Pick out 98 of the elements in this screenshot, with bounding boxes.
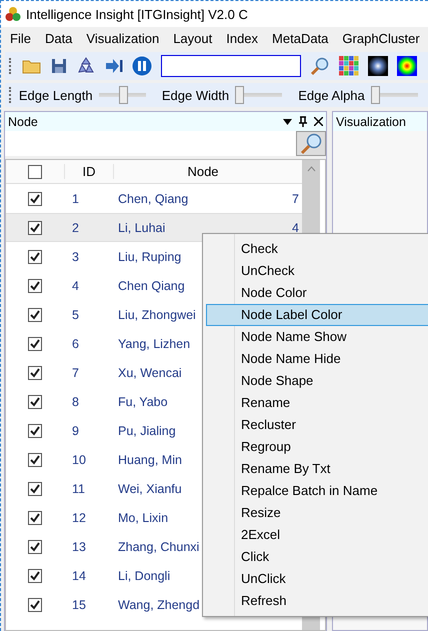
- checkbox[interactable]: [28, 452, 42, 466]
- checkbox[interactable]: [28, 424, 42, 438]
- table-row[interactable]: 2 Li, Luhai 4: [6, 213, 302, 242]
- table-cell: Xu, Wencai: [118, 366, 182, 380]
- table-cell: 8: [72, 394, 79, 408]
- table-cell: Pu, Jialing: [118, 424, 176, 438]
- pause-icon[interactable]: [132, 56, 152, 76]
- search-field[interactable]: [161, 55, 301, 77]
- table-cell: 11: [72, 482, 85, 496]
- checkbox[interactable]: [28, 568, 42, 582]
- checkbox[interactable]: [28, 250, 42, 264]
- menu-item[interactable]: Layout: [173, 30, 212, 46]
- checkbox[interactable]: [28, 510, 42, 524]
- search-icon[interactable]: [310, 56, 330, 76]
- table-cell: 1: [72, 192, 79, 206]
- menu-item[interactable]: Node Name Show: [206, 326, 428, 348]
- table-cell: Wang, Zhengd: [118, 598, 200, 612]
- slider[interactable]: [235, 86, 282, 104]
- menu-item[interactable]: Repalce Batch in Name: [206, 480, 428, 502]
- close-icon[interactable]: [314, 117, 323, 126]
- table-cell: 7: [292, 192, 299, 206]
- checkbox[interactable]: [28, 336, 42, 350]
- table-row[interactable]: 1 Chen, Qiang 7: [6, 184, 302, 213]
- menu-item[interactable]: Node Label Color: [206, 304, 428, 326]
- table-cell: Liu, Ruping: [118, 250, 182, 264]
- column-header[interactable]: Node: [114, 164, 292, 179]
- arrow-to-bar-icon[interactable]: [105, 58, 123, 74]
- menu-item[interactable]: Node Name Hide: [206, 348, 428, 370]
- save-icon[interactable]: [51, 58, 67, 74]
- checkbox[interactable]: [28, 164, 42, 178]
- slider-label: Edge Alpha: [298, 88, 365, 102]
- menu-item[interactable]: Rename By Txt: [206, 458, 428, 480]
- checkbox[interactable]: [28, 220, 42, 234]
- checkbox[interactable]: [28, 482, 42, 496]
- menu-item[interactable]: GraphCluster: [342, 30, 420, 46]
- slider-label: Edge Length: [18, 88, 93, 102]
- table-cell: Yang, Lizhen: [118, 336, 190, 350]
- table-cell: 14: [72, 568, 86, 582]
- table-cell: Zhang, Chunxi: [118, 540, 200, 554]
- table-cell: Liu, Zhongwei: [118, 308, 196, 322]
- menu-item[interactable]: Visualization: [86, 30, 160, 46]
- column-header[interactable]: ID: [64, 164, 114, 179]
- menu-item[interactable]: Click: [206, 546, 428, 568]
- checkbox[interactable]: [28, 394, 42, 408]
- table-cell: Li, Luhai: [118, 220, 166, 234]
- checkbox[interactable]: [28, 192, 42, 206]
- table-cell: 10: [72, 452, 86, 466]
- menu-item[interactable]: Node Color: [206, 282, 428, 304]
- menu-item[interactable]: Index: [226, 30, 258, 46]
- glow-icon[interactable]: [368, 56, 388, 76]
- table-cell: Chen, Qiang: [118, 192, 188, 206]
- table-cell: 12: [72, 510, 86, 524]
- table-cell: 4: [72, 278, 79, 292]
- menu-item[interactable]: File: [10, 30, 31, 46]
- heatmap-icon[interactable]: [397, 56, 417, 76]
- table-cell: Huang, Min: [118, 452, 182, 466]
- pin-icon[interactable]: [299, 116, 307, 127]
- table-cell: 2: [72, 220, 79, 234]
- table-cell: Li, Dongli: [118, 568, 170, 582]
- menu-item[interactable]: UnCheck: [206, 260, 428, 282]
- menu-item[interactable]: UnClick: [206, 568, 428, 590]
- app-logo-icon: [5, 6, 21, 22]
- panel-title: Visualization: [336, 114, 406, 128]
- checkbox[interactable]: [28, 308, 42, 322]
- table-cell: Wei, Xianfu: [118, 482, 182, 496]
- table-cell: 5: [72, 308, 79, 322]
- slider-thumb[interactable]: [235, 86, 244, 104]
- menu-item[interactable]: Data: [44, 30, 72, 46]
- table-cell: 3: [72, 250, 79, 264]
- table-cell: 6: [72, 336, 79, 350]
- table-cell: 4: [292, 220, 299, 234]
- checkbox[interactable]: [28, 366, 42, 380]
- checkbox[interactable]: [28, 278, 42, 292]
- table-cell: 9: [72, 424, 79, 438]
- table-cell: 7: [72, 366, 79, 380]
- table-cell: 15: [72, 598, 86, 612]
- panel-title: Node: [8, 114, 38, 128]
- menu-item[interactable]: MetaData: [272, 30, 328, 46]
- menu-item[interactable]: Recluster: [206, 414, 428, 436]
- table-cell: Fu, Yabo: [118, 394, 168, 408]
- table-cell: Chen Qiang: [118, 278, 185, 292]
- menu-item[interactable]: Regroup: [206, 436, 428, 458]
- checkbox[interactable]: [28, 598, 42, 612]
- slider-thumb[interactable]: [118, 86, 128, 104]
- table-cell: 13: [72, 540, 86, 554]
- menu-item[interactable]: Resize: [206, 502, 428, 524]
- menu-item[interactable]: Node Shape: [206, 370, 428, 392]
- dropdown-icon[interactable]: [283, 118, 292, 124]
- window-title: Intelligence Insight [ITGInsight] V2.0 C: [26, 6, 248, 22]
- checkbox[interactable]: [28, 540, 42, 554]
- slider[interactable]: [370, 86, 418, 104]
- table-cell: Mo, Lixin: [118, 510, 168, 524]
- color-grid-icon[interactable]: [339, 56, 359, 76]
- menu-item[interactable]: Refresh: [206, 590, 428, 612]
- menu-item[interactable]: 2Excel: [206, 524, 428, 546]
- slider-label: Edge Width: [162, 88, 230, 102]
- menu-item[interactable]: Rename: [206, 392, 428, 414]
- slider-thumb[interactable]: [370, 86, 380, 104]
